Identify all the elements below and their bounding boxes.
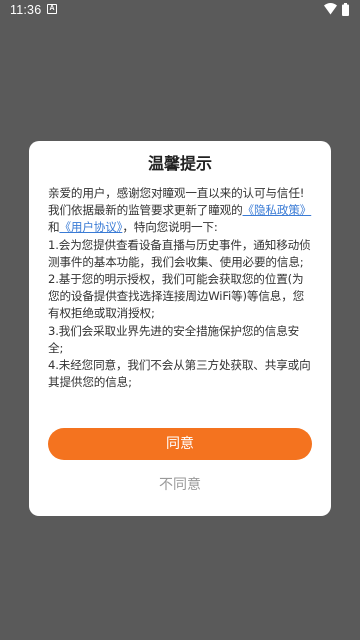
- agree-button[interactable]: 同意: [48, 428, 312, 460]
- intro-text: 亲爱的用户，感谢您对瞳观一直以来的认可与信任!: [48, 186, 305, 200]
- item-1: 1.会为您提供查看设备直播与历史事件，通知移动侦测事件的基本功能，我们会收集、使…: [48, 237, 311, 269]
- battery-icon: [342, 3, 349, 16]
- privacy-dialog: 温馨提示 亲爱的用户，感谢您对瞳观一直以来的认可与信任! 我们依据最新的监管要求…: [29, 141, 331, 516]
- item-2: 2.基于您的明示授权，我们可能会获取您的位置(为您的设备提供查找选择连接周边Wi…: [48, 272, 305, 321]
- dialog-body: 亲爱的用户，感谢您对瞳观一直以来的认可与信任! 我们依据最新的监管要求更新了瞳观…: [48, 185, 314, 391]
- notification-a-icon: A: [47, 4, 57, 14]
- item-3: 3.我们会采取业界先进的安全措施保护您的信息安全;: [48, 323, 300, 355]
- status-bar: 11:36 A: [0, 0, 360, 20]
- privacy-policy-link[interactable]: 《隐私政策》: [243, 203, 312, 217]
- update-prefix: 我们依据最新的监管要求更新了瞳观的: [48, 203, 243, 218]
- status-time: 11:36: [10, 3, 42, 17]
- dialog-title: 温馨提示: [147, 154, 212, 173]
- user-agreement-link[interactable]: 《用户协议》: [59, 220, 122, 234]
- update-text: 我们依据最新的监管要求更新了瞳观的《隐私政策》和《用户协议》，特向您说明一下:: [48, 202, 314, 236]
- wifi-icon: [324, 3, 337, 15]
- item-4: 4.未经您同意，我们不会从第三方处获取、共享或向其提供您的信息;: [48, 358, 311, 390]
- disagree-button[interactable]: 不同意: [29, 475, 331, 495]
- update-suffix: ，特向您说明一下:: [122, 220, 218, 235]
- and-text: 和: [48, 220, 60, 235]
